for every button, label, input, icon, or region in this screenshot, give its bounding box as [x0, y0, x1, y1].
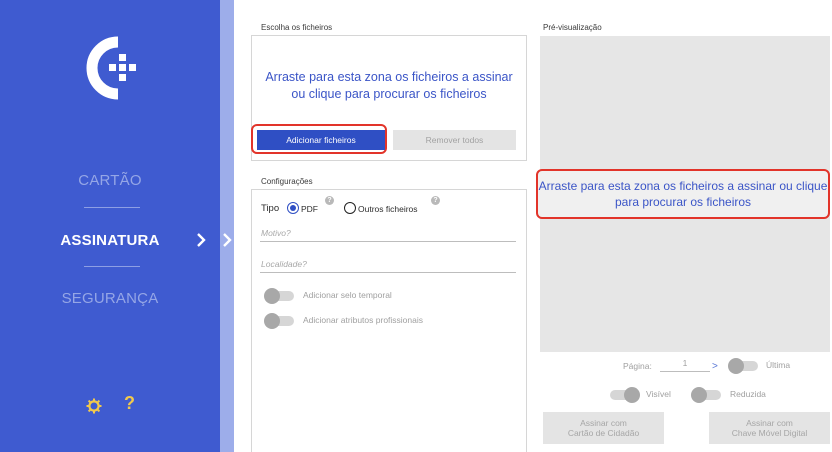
pdf-help-icon[interactable]: ?: [325, 196, 334, 205]
page-label: Página:: [623, 361, 652, 371]
reason-input[interactable]: Motivo?: [261, 228, 291, 238]
remove-all-button[interactable]: Remover todos: [393, 130, 516, 150]
reduced-toggle[interactable]: [691, 387, 721, 403]
sidebar: CARTÃO ASSINATURA SEGURANÇA ?: [0, 0, 220, 452]
sidebar-divider-strip: [220, 0, 234, 452]
last-page-label: Última: [766, 360, 791, 370]
nav-item-cartao[interactable]: CARTÃO: [0, 172, 220, 189]
nav-item-assinatura[interactable]: ASSINATURA: [0, 232, 220, 249]
file-drop-text: Arraste para esta zona os ficheiros a as…: [265, 70, 513, 101]
timestamp-toggle[interactable]: [264, 288, 294, 304]
files-section-title: Escolha os ficheiros: [261, 23, 333, 32]
chevron-right-icon: [197, 233, 206, 247]
nav-separator: [84, 207, 140, 208]
last-page-toggle[interactable]: [728, 358, 758, 374]
visible-label: Visível: [646, 389, 671, 399]
attributes-toggle[interactable]: [264, 313, 294, 329]
gear-icon[interactable]: [86, 398, 102, 414]
nav-item-seguranca[interactable]: SEGURANÇA: [0, 290, 220, 307]
sign-cmd-text: Assinar com Chave Móvel Digital: [731, 418, 808, 438]
sign-cc-text: Assinar com Cartão de Cidadão: [567, 418, 640, 438]
next-page-button[interactable]: >: [712, 361, 718, 372]
preview-drop-zone[interactable]: Arraste para esta zona os ficheiros a as…: [536, 169, 830, 219]
logo-icon: [86, 36, 136, 100]
visible-toggle[interactable]: [610, 387, 640, 403]
chevron-right-icon: [223, 233, 232, 247]
type-label: Tipo: [261, 203, 280, 214]
pdf-radio-label: PDF: [301, 204, 318, 214]
location-input-underline: [260, 272, 516, 273]
add-files-button[interactable]: Adicionar ficheiros: [257, 130, 385, 150]
other-files-help-icon[interactable]: ?: [431, 196, 440, 205]
other-files-radio-label: Outros ficheiros: [358, 204, 418, 214]
other-files-radio[interactable]: [344, 202, 356, 214]
reduced-label: Reduzida: [730, 389, 766, 399]
pdf-radio[interactable]: [287, 202, 299, 214]
reason-input-underline: [260, 241, 516, 242]
timestamp-toggle-label: Adicionar selo temporal: [303, 290, 392, 300]
preview-drop-text: Arraste para esta zona os ficheiros a as…: [538, 179, 828, 209]
sign-with-citizen-card-button[interactable]: Assinar com Cartão de Cidadão: [543, 412, 664, 444]
sign-with-mobile-key-button[interactable]: Assinar com Chave Móvel Digital: [709, 412, 830, 444]
preview-section-title: Pré-visualização: [543, 23, 602, 32]
config-section-title: Configurações: [261, 177, 313, 186]
nav-separator: [84, 266, 140, 267]
page-input-underline: [660, 371, 710, 372]
location-input[interactable]: Localidade?: [261, 259, 307, 269]
attributes-toggle-label: Adicionar atributos profissionais: [303, 315, 424, 325]
help-icon[interactable]: ?: [124, 393, 135, 414]
page-number-input[interactable]: 1: [660, 358, 710, 368]
